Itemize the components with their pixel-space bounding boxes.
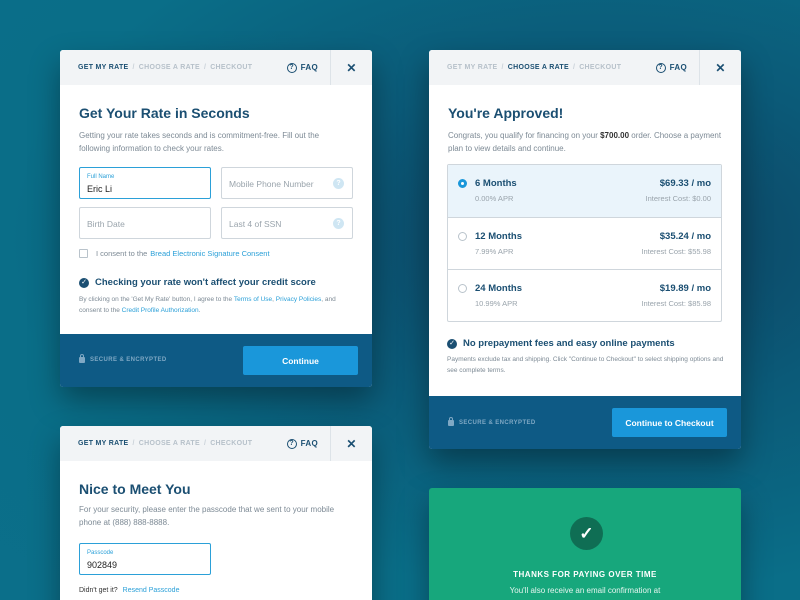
full-name-label: Full Name (87, 174, 115, 180)
plan-option[interactable]: 24 Months 10.99% APR $19.89 / mo Interes… (448, 269, 721, 321)
privacy-link[interactable]: Privacy Policies (276, 296, 322, 303)
check-icon: ✓ (79, 277, 89, 288)
step-checkout: CHECKOUT (579, 64, 622, 71)
subtitle: Getting your rate takes seconds and is c… (79, 131, 320, 153)
page-title: You're Approved! (448, 105, 564, 121)
plan-term: 12 Months (475, 231, 522, 242)
consent-link[interactable]: Bread Electronic Signature Consent (150, 249, 269, 258)
plan-option[interactable]: 6 Months 0.00% APR $69.33 / mo Interest … (448, 165, 721, 217)
mobile-phone-placeholder: Mobile Phone Number (229, 179, 314, 189)
secure-badge: SECURE & ENCRYPTED (448, 417, 536, 426)
didnt-get-text: Didn't get it? (79, 587, 118, 594)
plan-radio[interactable] (458, 284, 467, 293)
close-button[interactable]: ✕ (330, 50, 372, 85)
payment-plans: 6 Months 0.00% APR $69.33 / mo Interest … (447, 164, 722, 322)
credit-note: Checking your rate won't affect your cre… (95, 277, 316, 288)
close-button[interactable]: ✕ (699, 50, 741, 85)
plan-apr: 10.99% APR (475, 299, 518, 308)
birth-date-field[interactable]: Birth Date (79, 207, 211, 239)
check-icon: ✓ (447, 338, 457, 349)
passcode-value: 902849 (87, 560, 118, 570)
faq-label: FAQ (300, 439, 318, 448)
card-header: GET MY RATE / CHOOSE A RATE / CHECKOUT ?… (60, 426, 372, 461)
card-header: GET MY RATE / CHOOSE A RATE / CHECKOUT ?… (429, 50, 741, 85)
mobile-phone-field[interactable]: Mobile Phone Number ? (221, 167, 353, 199)
lock-icon (79, 354, 85, 363)
lock-icon (448, 417, 454, 426)
plan-apr: 7.99% APR (475, 247, 514, 256)
subtitle: For your security, please enter the pass… (79, 505, 335, 527)
question-icon: ? (286, 62, 297, 73)
legal-text: By clicking on the 'Get My Rate' button,… (79, 296, 336, 314)
card-header: GET MY RATE / CHOOSE A RATE / CHECKOUT ?… (60, 50, 372, 85)
step-choose-a-rate: CHOOSE A RATE (138, 64, 200, 71)
plan-price: $35.24 / mo (659, 231, 711, 242)
verify-card: GET MY RATE / CHOOSE A RATE / CHECKOUT ?… (60, 426, 372, 600)
birth-date-placeholder: Birth Date (87, 219, 125, 229)
email-confirmation-text: You'll also receive an email confirmatio… (509, 586, 661, 595)
passcode-label: Passcode (87, 550, 114, 556)
ssn-field[interactable]: Last 4 of SSN ? (221, 207, 353, 239)
help-icon[interactable]: ? (333, 218, 344, 229)
page-title: Get Your Rate in Seconds (79, 105, 250, 121)
step-choose-a-rate: CHOOSE A RATE (138, 440, 200, 447)
consent-checkbox[interactable] (79, 249, 88, 258)
close-button[interactable]: ✕ (330, 426, 372, 461)
close-icon: ✕ (346, 436, 357, 451)
card-footer: SECURE & ENCRYPTED Continue to Checkout (429, 396, 741, 449)
faq-label: FAQ (669, 63, 687, 72)
plan-interest: Interest Cost: $85.98 (641, 299, 711, 308)
full-name-value: Eric Li (87, 184, 113, 194)
subtitle: Congrats, you qualify for financing on y… (448, 131, 722, 153)
faq-link[interactable]: ? FAQ (286, 438, 318, 449)
thank-you-heading: THANKS FOR PAYING OVER TIME (513, 570, 657, 579)
faq-link[interactable]: ? FAQ (655, 62, 687, 73)
plan-price: $19.89 / mo (659, 283, 711, 294)
plan-price: $69.33 / mo (659, 178, 711, 189)
credit-auth-link[interactable]: Credit Profile Authorization (122, 307, 199, 314)
close-icon: ✕ (715, 60, 726, 75)
step-checkout: CHECKOUT (210, 440, 253, 447)
faq-link[interactable]: ? FAQ (286, 62, 318, 73)
secure-badge: SECURE & ENCRYPTED (79, 354, 167, 363)
plan-apr: 0.00% APR (475, 194, 514, 203)
consent-text: I consent to the (96, 249, 148, 258)
plan-radio[interactable] (458, 179, 467, 188)
card-footer: SECURE & ENCRYPTED Continue (60, 334, 372, 387)
help-icon[interactable]: ? (333, 178, 344, 189)
page-title: Nice to Meet You (79, 481, 191, 497)
approved-card: GET MY RATE / CHOOSE A RATE / CHECKOUT ?… (429, 50, 741, 449)
step-choose-a-rate: CHOOSE A RATE (507, 64, 569, 71)
plan-option[interactable]: 12 Months 7.99% APR $35.24 / mo Interest… (448, 217, 721, 269)
passcode-field[interactable]: Passcode 902849 (79, 543, 211, 575)
question-icon: ? (655, 62, 666, 73)
check-circle-icon: ✓ (570, 517, 603, 550)
close-icon: ✕ (346, 60, 357, 75)
resend-passcode-link[interactable]: Resend Passcode (123, 587, 180, 594)
step-get-my-rate: GET MY RATE (78, 64, 129, 71)
plan-term: 24 Months (475, 283, 522, 294)
step-checkout: CHECKOUT (210, 64, 253, 71)
question-icon: ? (286, 438, 297, 449)
payment-terms-text: Payments exclude tax and shipping. Click… (447, 356, 724, 374)
step-get-my-rate: GET MY RATE (78, 440, 129, 447)
step-get-my-rate: GET MY RATE (447, 64, 498, 71)
ssn-placeholder: Last 4 of SSN (229, 219, 282, 229)
plan-interest: Interest Cost: $55.98 (641, 247, 711, 256)
full-name-field[interactable]: Full Name Eric Li (79, 167, 211, 199)
plan-interest: Interest Cost: $0.00 (645, 194, 711, 203)
continue-to-checkout-button[interactable]: Continue to Checkout (612, 408, 727, 437)
plan-term: 6 Months (475, 178, 517, 189)
prepayment-note: No prepayment fees and easy online payme… (463, 338, 675, 349)
terms-link[interactable]: Terms of Use (234, 296, 272, 303)
faq-label: FAQ (300, 63, 318, 72)
continue-button[interactable]: Continue (243, 346, 358, 375)
plan-radio[interactable] (458, 232, 467, 241)
get-rate-card: GET MY RATE / CHOOSE A RATE / CHECKOUT ?… (60, 50, 372, 387)
thank-you-card: ✓ THANKS FOR PAYING OVER TIME You'll als… (429, 488, 741, 600)
